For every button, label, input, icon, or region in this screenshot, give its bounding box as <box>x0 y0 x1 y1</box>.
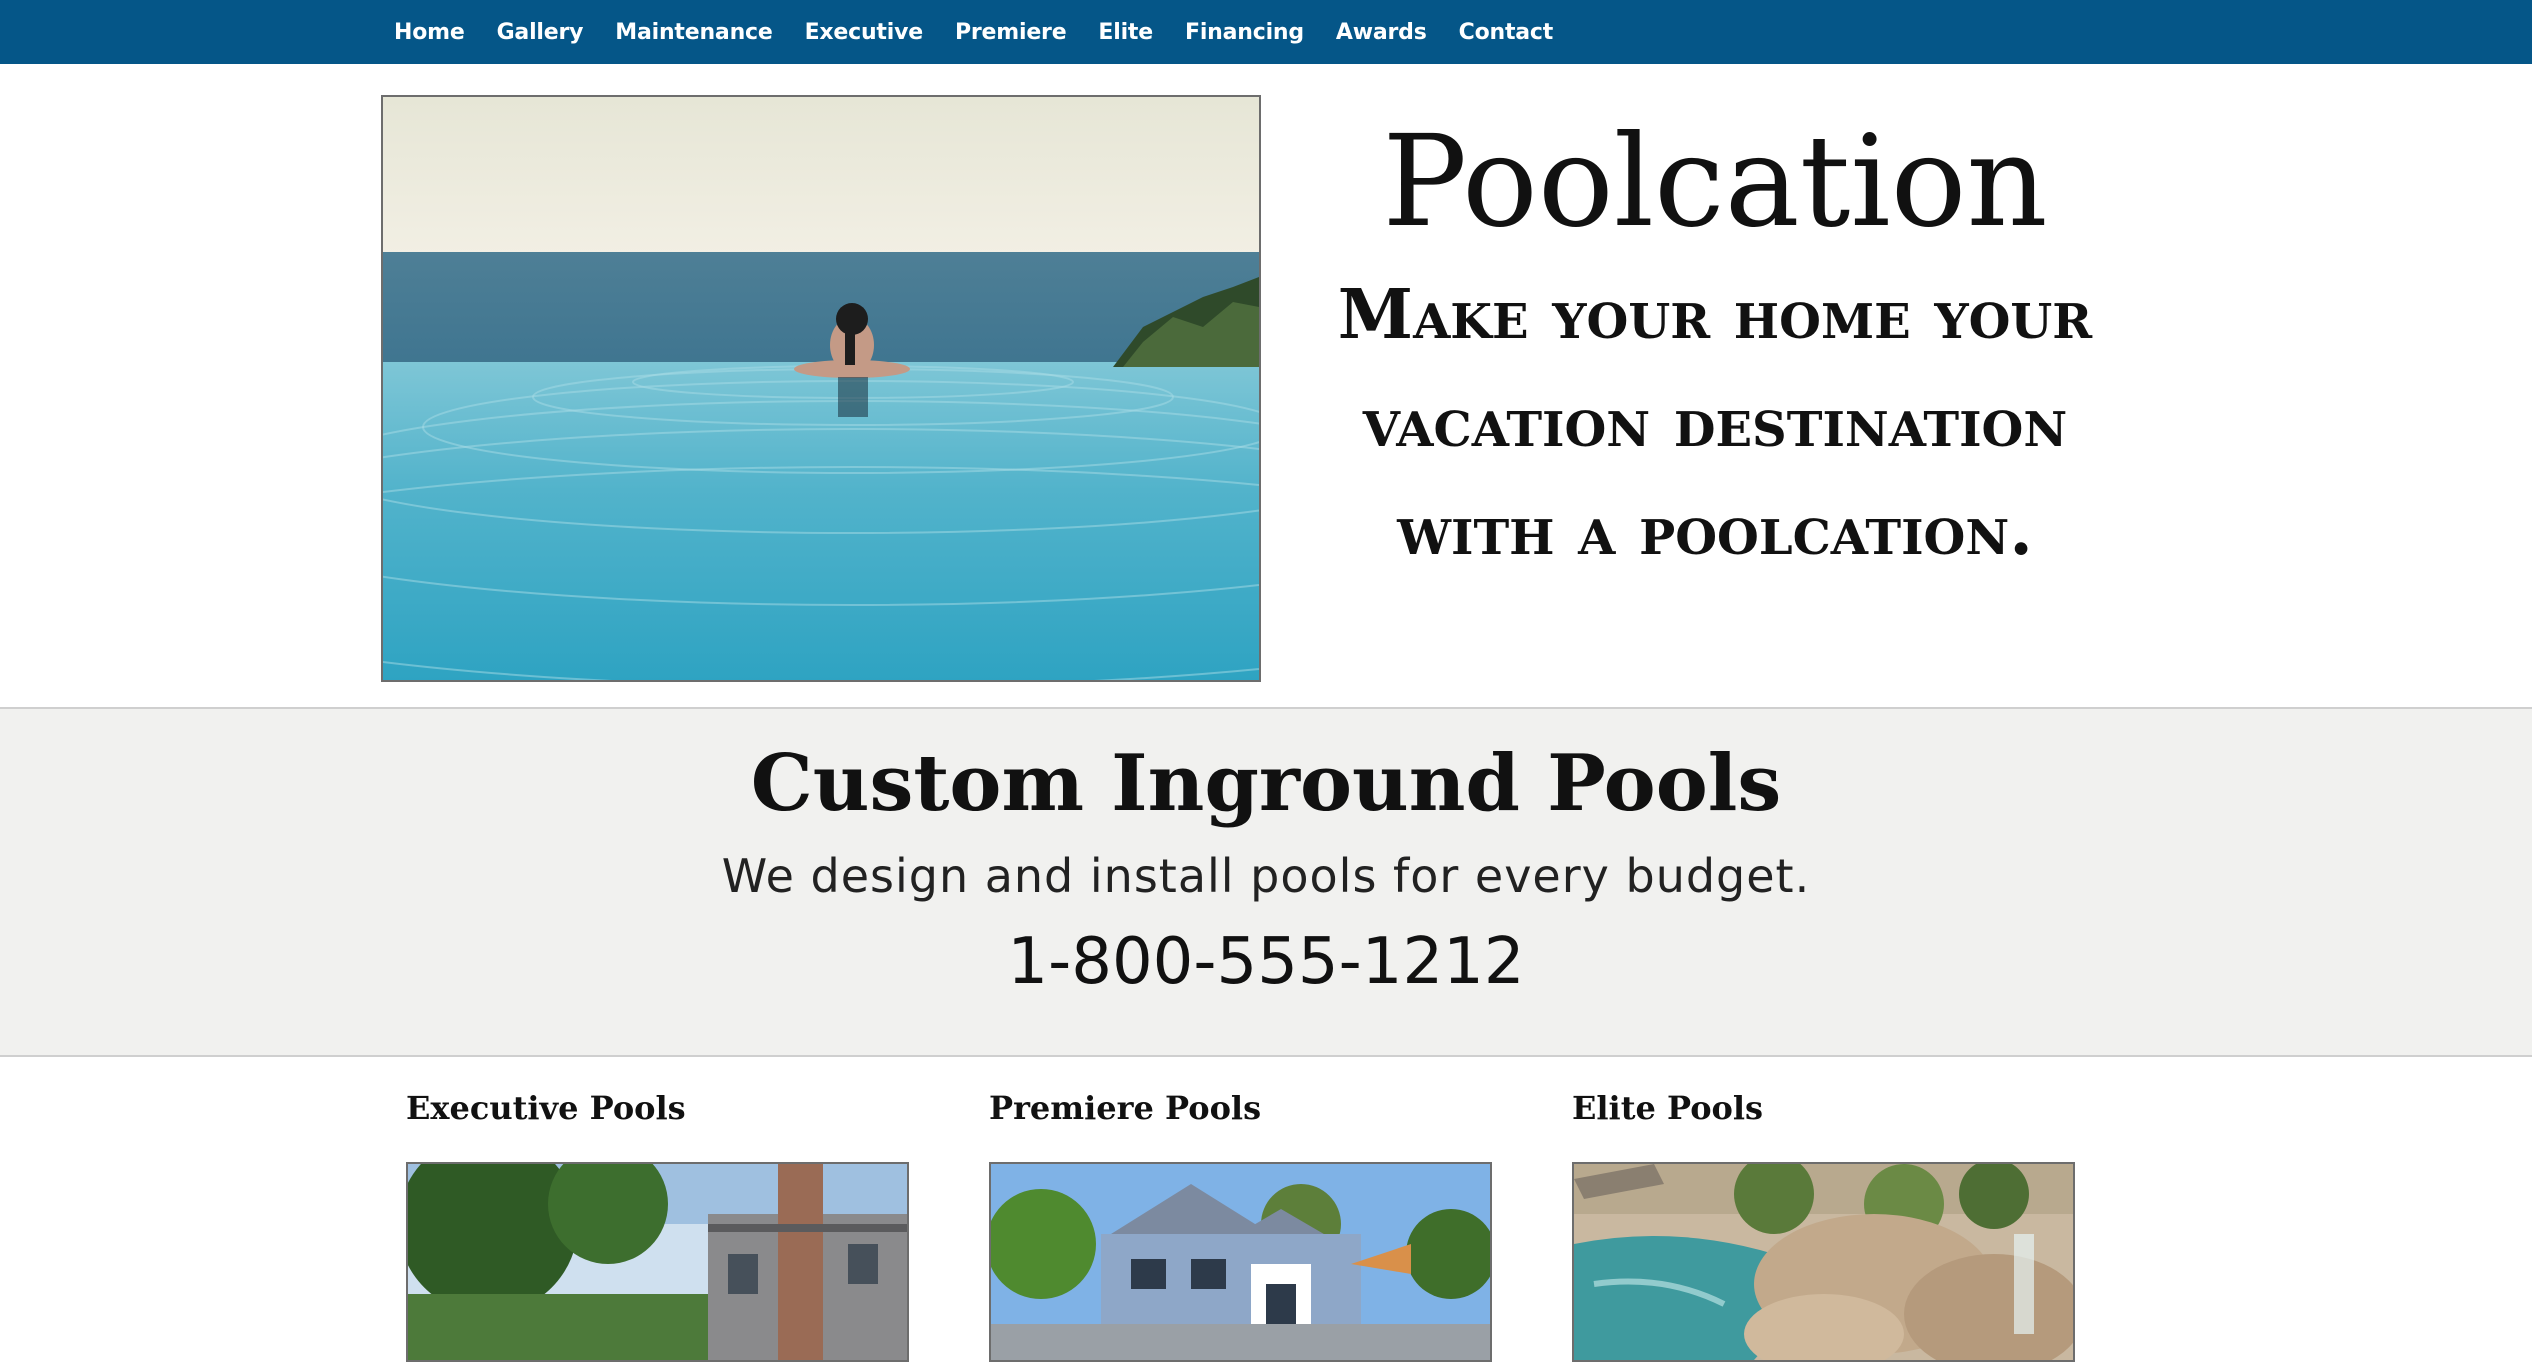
nav-menu: Home Gallery Maintenance Executive Premi… <box>378 0 1569 64</box>
brick-house-photo <box>408 1164 907 1360</box>
intro-band: Custom Inground Pools We design and inst… <box>0 707 2532 1057</box>
nav-item-gallery[interactable]: Gallery <box>481 20 600 45</box>
card-title[interactable]: Executive Pools <box>406 1086 911 1130</box>
card-title[interactable]: Elite Pools <box>1572 1086 2077 1130</box>
infinity-pool-photo <box>383 97 1259 680</box>
nav-item-awards[interactable]: Awards <box>1320 20 1443 45</box>
nav-item-home[interactable]: Home <box>378 20 481 45</box>
nav-item-premiere[interactable]: Premiere <box>939 20 1082 45</box>
top-navigation: Home Gallery Maintenance Executive Premi… <box>0 0 2532 64</box>
site-title: Poolcation <box>1382 108 2048 255</box>
card-image[interactable] <box>406 1162 909 1362</box>
blue-house-photo <box>991 1164 1490 1360</box>
hero-text: Poolcation Make your home your vacation … <box>1290 95 2140 585</box>
phone-number[interactable]: 1-800-555-1212 <box>0 925 2532 999</box>
nav-item-executive[interactable]: Executive <box>789 20 939 45</box>
nav-item-financing[interactable]: Financing <box>1169 20 1320 45</box>
nav-item-maintenance[interactable]: Maintenance <box>599 20 788 45</box>
card-title[interactable]: Premiere Pools <box>989 1086 1494 1130</box>
section-subtitle: We design and install pools for every bu… <box>721 848 1811 903</box>
nav-item-contact[interactable]: Contact <box>1443 20 1569 45</box>
nav-item-elite[interactable]: Elite <box>1082 20 1169 45</box>
card-elite-pools: Elite Pools <box>1572 1086 2077 1362</box>
card-image[interactable] <box>989 1162 1492 1362</box>
card-premiere-pools: Premiere Pools <box>989 1086 1494 1362</box>
card-image[interactable] <box>1572 1162 2075 1362</box>
card-executive-pools: Executive Pools <box>406 1086 911 1362</box>
hero-tagline: Make your home your vacation destination… <box>1337 275 2093 571</box>
section-title: Custom Inground Pools <box>750 738 1782 829</box>
rock-grotto-pool-photo <box>1574 1164 2073 1360</box>
hero-image <box>381 95 1261 682</box>
